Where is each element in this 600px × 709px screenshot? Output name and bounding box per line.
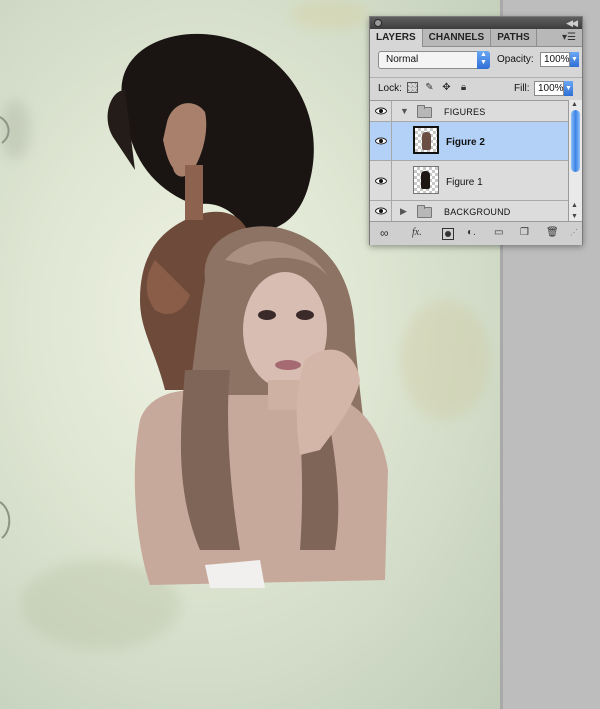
visibility-toggle[interactable]: [370, 161, 392, 200]
layer-name: Figure 1: [446, 177, 483, 188]
fill-input[interactable]: 100%: [534, 81, 564, 96]
folder-icon: [417, 105, 432, 118]
canvas-edge-ornament: [0, 501, 11, 539]
layer-thumbnail: [413, 126, 439, 154]
link-layers-icon[interactable]: ∞: [380, 227, 389, 239]
lock-paint-brush-icon[interactable]: ✎: [424, 82, 435, 93]
tab-channels[interactable]: CHANNELS: [423, 29, 492, 46]
fill-label: Fill:: [514, 83, 530, 94]
new-layer-icon[interactable]: ❐: [520, 227, 529, 239]
figure-2-image: [134, 226, 388, 588]
visibility-toggle[interactable]: [370, 101, 392, 121]
blend-opacity-row: Normal ▲ ▼ Opacity: 100% ▼: [376, 51, 579, 71]
updown-arrows-icon[interactable]: ▲ ▼: [477, 51, 490, 69]
lock-fill-row: Lock: ✎ ✥ 🔒︎ Fill: 100% ▼: [370, 77, 582, 98]
opacity-dropdown-arrow[interactable]: ▼: [570, 52, 579, 67]
scroll-up-arrow-icon[interactable]: ▲: [571, 101, 578, 108]
layer-name: BACKGROUND: [444, 207, 511, 217]
eye-icon: [375, 137, 387, 145]
blend-mode-value: Normal: [386, 54, 419, 65]
add-mask-icon[interactable]: [442, 228, 454, 240]
opacity-input[interactable]: 100%: [540, 52, 570, 67]
new-group-folder-icon[interactable]: ▭: [494, 227, 503, 239]
panel-tabs: LAYERS CHANNELS PATHS ▾☰: [370, 29, 582, 47]
layer-name: FIGURES: [444, 107, 486, 117]
adjustment-layer-icon[interactable]: ◐.: [467, 227, 476, 239]
fill-dropdown-arrow[interactable]: ▼: [564, 81, 573, 96]
scrollbar-thumb[interactable]: [571, 110, 580, 172]
eye-icon: [375, 177, 387, 185]
visibility-toggle[interactable]: [370, 122, 392, 160]
eye-icon: [375, 107, 387, 115]
expand-triangle-down-icon[interactable]: ▼: [400, 106, 409, 116]
scroll-down-arrow-icon[interactable]: ▼: [571, 213, 578, 220]
layer-thumbnail: [413, 166, 439, 194]
layer-name: Figure 2: [446, 137, 485, 148]
fx-layer-style-icon[interactable]: fx.: [412, 227, 422, 239]
lock-all-icon[interactable]: 🔒︎: [458, 82, 469, 93]
panel-titlebar[interactable]: ◀◀: [370, 17, 582, 29]
tab-layers[interactable]: LAYERS: [370, 29, 423, 47]
scroll-up-arrow-icon[interactable]: ▲: [571, 202, 578, 209]
visibility-toggle[interactable]: [370, 201, 392, 222]
tab-paths[interactable]: PATHS: [491, 29, 537, 46]
eye-icon: [375, 207, 387, 215]
panel-footer-toolbar: ∞ fx. ◐. ▭ ❐ 🗑︎ ⋰: [370, 221, 582, 245]
layers-scrollbar[interactable]: ▲ ▲ ▼: [568, 100, 582, 221]
lock-label: Lock:: [378, 83, 402, 94]
canvas-texture-stain: [290, 0, 370, 30]
blend-mode-select[interactable]: Normal ▲ ▼: [378, 51, 490, 69]
collapse-icon[interactable]: ◀◀: [566, 17, 578, 29]
canvas-edge-ornament: [0, 116, 10, 144]
close-icon[interactable]: [374, 19, 382, 27]
lock-transparency-icon[interactable]: [407, 82, 418, 93]
resize-grip-icon[interactable]: ⋰: [570, 227, 578, 239]
layer-row-group-background[interactable]: ▶ BACKGROUND: [370, 201, 568, 222]
layer-row-figure-2[interactable]: Figure 2: [370, 122, 568, 161]
lock-position-move-icon[interactable]: ✥: [441, 82, 452, 93]
panel-menu-icon[interactable]: ▾☰: [562, 29, 576, 46]
layer-row-figure-1[interactable]: Figure 1: [370, 161, 568, 201]
layer-row-group-figures[interactable]: ▼ FIGURES: [370, 101, 568, 122]
folder-icon: [417, 205, 432, 218]
expand-triangle-right-icon[interactable]: ▶: [400, 206, 407, 217]
layers-panel: ◀◀ LAYERS CHANNELS PATHS ▾☰ Normal ▲ ▼ Op…: [369, 16, 583, 245]
opacity-label: Opacity:: [497, 54, 534, 65]
trash-icon[interactable]: 🗑︎: [546, 227, 559, 239]
canvas-texture-stain: [400, 300, 490, 420]
layers-list: ▼ FIGURES Figure 2 Figure 1 ▶ BACKGROUND: [370, 100, 568, 222]
